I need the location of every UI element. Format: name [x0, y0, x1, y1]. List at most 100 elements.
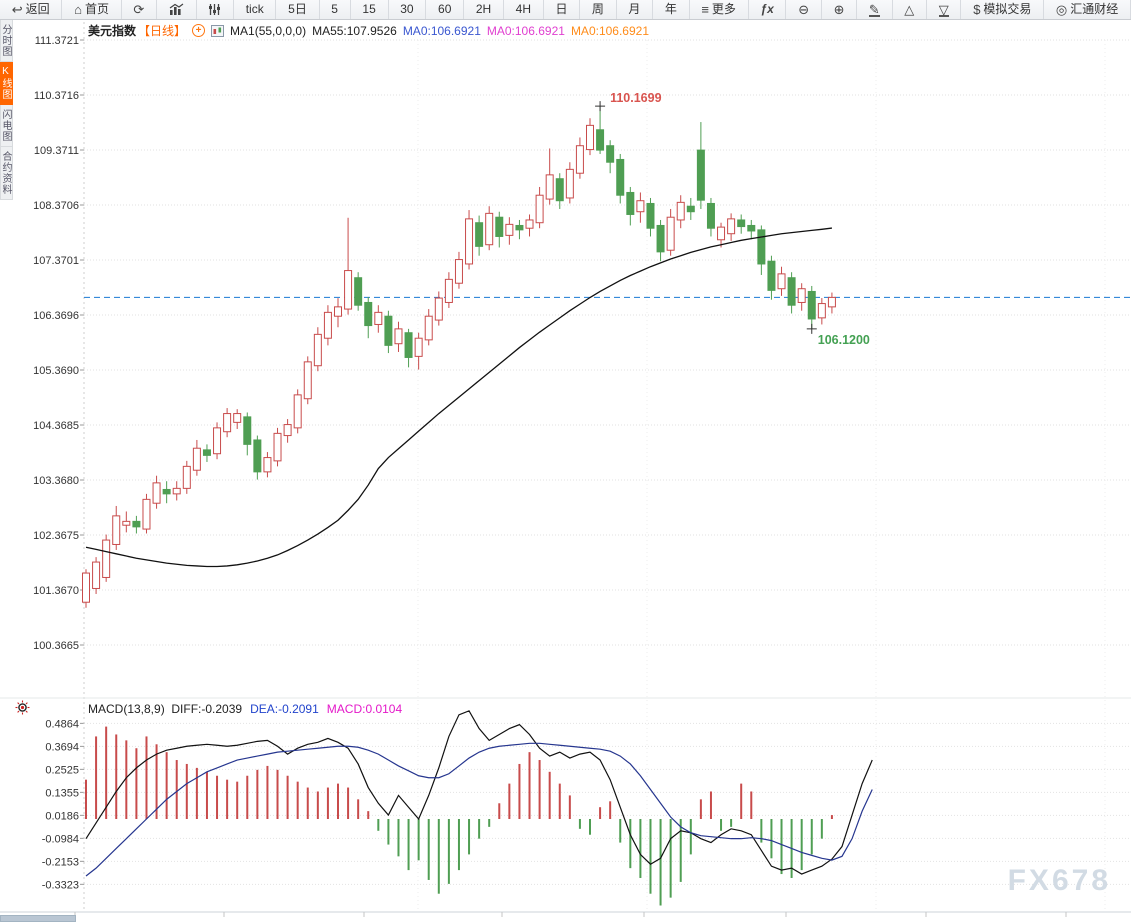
candle	[646, 197, 655, 237]
pencil-icon: ✎	[868, 2, 880, 17]
svg-text:100.3665: 100.3665	[33, 640, 79, 652]
period-tag: 【日线】	[138, 24, 187, 38]
candle	[213, 422, 222, 460]
period-week-button[interactable]: 周	[580, 0, 617, 19]
candle	[737, 214, 746, 234]
period-4h-button[interactable]: 4H	[504, 0, 544, 19]
svg-text:105.3690: 105.3690	[33, 365, 79, 377]
candle-chart-icon[interactable]	[211, 24, 225, 37]
period-15m-button[interactable]: 15	[351, 0, 389, 19]
period-month-button[interactable]: 月	[617, 0, 654, 19]
candle	[404, 328, 413, 368]
svg-text:0.3694: 0.3694	[45, 741, 79, 753]
tick-button[interactable]: tick	[234, 0, 277, 19]
svg-text:-0.0984: -0.0984	[42, 833, 79, 845]
candle	[92, 557, 101, 594]
ma55-value: MA55:107.9526	[312, 23, 397, 38]
period-week-button-label: 周	[591, 2, 604, 16]
period-4h-button-label: 4H	[515, 2, 531, 16]
macd-value: MACD:0.0104	[326, 701, 403, 716]
svg-text:106.1200: 106.1200	[818, 333, 870, 347]
svg-text:0.2525: 0.2525	[45, 764, 79, 776]
home-icon: ⌂	[74, 2, 82, 17]
sim-trade-button[interactable]: $ 模拟交易	[961, 0, 1045, 19]
period-year-button-label: 年	[664, 2, 677, 16]
period-60m-button-label: 60	[438, 2, 452, 16]
candle	[192, 439, 201, 476]
candle	[626, 186, 635, 226]
zoom-in-button[interactable]: ⊕	[822, 0, 858, 19]
more-button[interactable]: ≡ 更多	[690, 0, 749, 19]
brand-icon: ◎	[1055, 2, 1068, 17]
candle	[434, 291, 443, 326]
candle	[586, 118, 594, 156]
svg-text:0.1355: 0.1355	[45, 787, 79, 799]
candle	[505, 217, 514, 245]
candle	[575, 137, 584, 179]
period-5m-button[interactable]: 5	[320, 0, 351, 19]
formula-button[interactable]: ƒx	[749, 0, 787, 19]
period-year-button[interactable]: 年	[653, 0, 690, 19]
candle	[233, 409, 242, 429]
svg-text:106.3696: 106.3696	[33, 310, 79, 322]
home-button[interactable]: ⌂ 首页	[62, 0, 122, 19]
ma-settings-label: MA1(55,0,0,0)	[230, 23, 307, 38]
draw-button[interactable]: ✎	[857, 0, 893, 19]
zoom-out-button[interactable]: ⊖	[786, 0, 822, 19]
triangle-up-button[interactable]: △	[893, 0, 928, 19]
chart-canvas[interactable]: 111.3721 110.3716 109.3711 108.3706 107.3701…	[0, 20, 1131, 923]
indicator-settings-button[interactable]	[197, 0, 234, 19]
candle	[727, 213, 736, 241]
period-15m-button-label: 15	[362, 2, 376, 16]
candle	[303, 356, 312, 405]
candle	[747, 219, 756, 240]
period-30m-button-label: 30	[400, 2, 414, 16]
candle	[323, 305, 332, 346]
ma0-value-3: MA0:106.6921	[570, 23, 649, 38]
candle	[757, 225, 766, 275]
candle	[142, 493, 151, 534]
back-button-label: 返回	[25, 2, 50, 16]
candle	[444, 272, 453, 308]
dea-value: DEA:-0.2091	[250, 701, 319, 716]
more-button-label: 更多	[711, 2, 736, 16]
add-indicator-icon[interactable]: +	[192, 24, 206, 37]
zoom-in-icon: ⊕	[833, 2, 845, 17]
triangle-down-icon: ▽	[938, 2, 949, 17]
period-2h-button[interactable]: 2H	[464, 0, 504, 19]
candle	[706, 197, 715, 237]
time-axis	[0, 911, 1131, 917]
grid-lines	[0, 22, 1131, 912]
svg-text:0.4864: 0.4864	[45, 718, 79, 730]
candle	[485, 206, 494, 251]
svg-text:107.3701: 107.3701	[33, 255, 79, 267]
candle	[777, 266, 786, 296]
period-5d-button-label: 5日	[288, 2, 307, 16]
period-day-button-label: 日	[555, 2, 568, 16]
period-5d-button[interactable]: 5日	[276, 0, 320, 19]
price-axis: 111.3721 110.3716 109.3711 108.3706 107.3701…	[33, 35, 79, 652]
period-day-button[interactable]: 日	[544, 0, 581, 19]
candle	[656, 219, 665, 262]
refresh-button[interactable]: ⟳	[122, 0, 158, 19]
candle	[767, 255, 776, 300]
back-button[interactable]: ↩ 返回	[0, 0, 63, 19]
period-30m-button[interactable]: 30	[389, 0, 427, 19]
fx-icon: ƒx	[760, 2, 774, 16]
svg-text:-0.3323: -0.3323	[42, 879, 79, 891]
candle	[102, 534, 111, 582]
fx678-button[interactable]: ◎ 汇通财经	[1044, 0, 1131, 19]
candle	[162, 481, 171, 504]
macd-settings-icon[interactable]	[15, 700, 30, 715]
candle	[384, 310, 393, 354]
chart-type-button[interactable]	[157, 0, 197, 19]
candle	[273, 427, 282, 467]
period-60m-button[interactable]: 60	[426, 0, 465, 19]
triangle-down-button[interactable]: ▽	[927, 0, 962, 19]
candle	[636, 192, 645, 223]
candle	[374, 305, 383, 333]
candle	[202, 444, 211, 462]
horizontal-scrollbar-thumb[interactable]	[0, 915, 76, 922]
ma0-value-1: MA0:106.6921	[402, 23, 481, 38]
candle	[354, 272, 363, 311]
